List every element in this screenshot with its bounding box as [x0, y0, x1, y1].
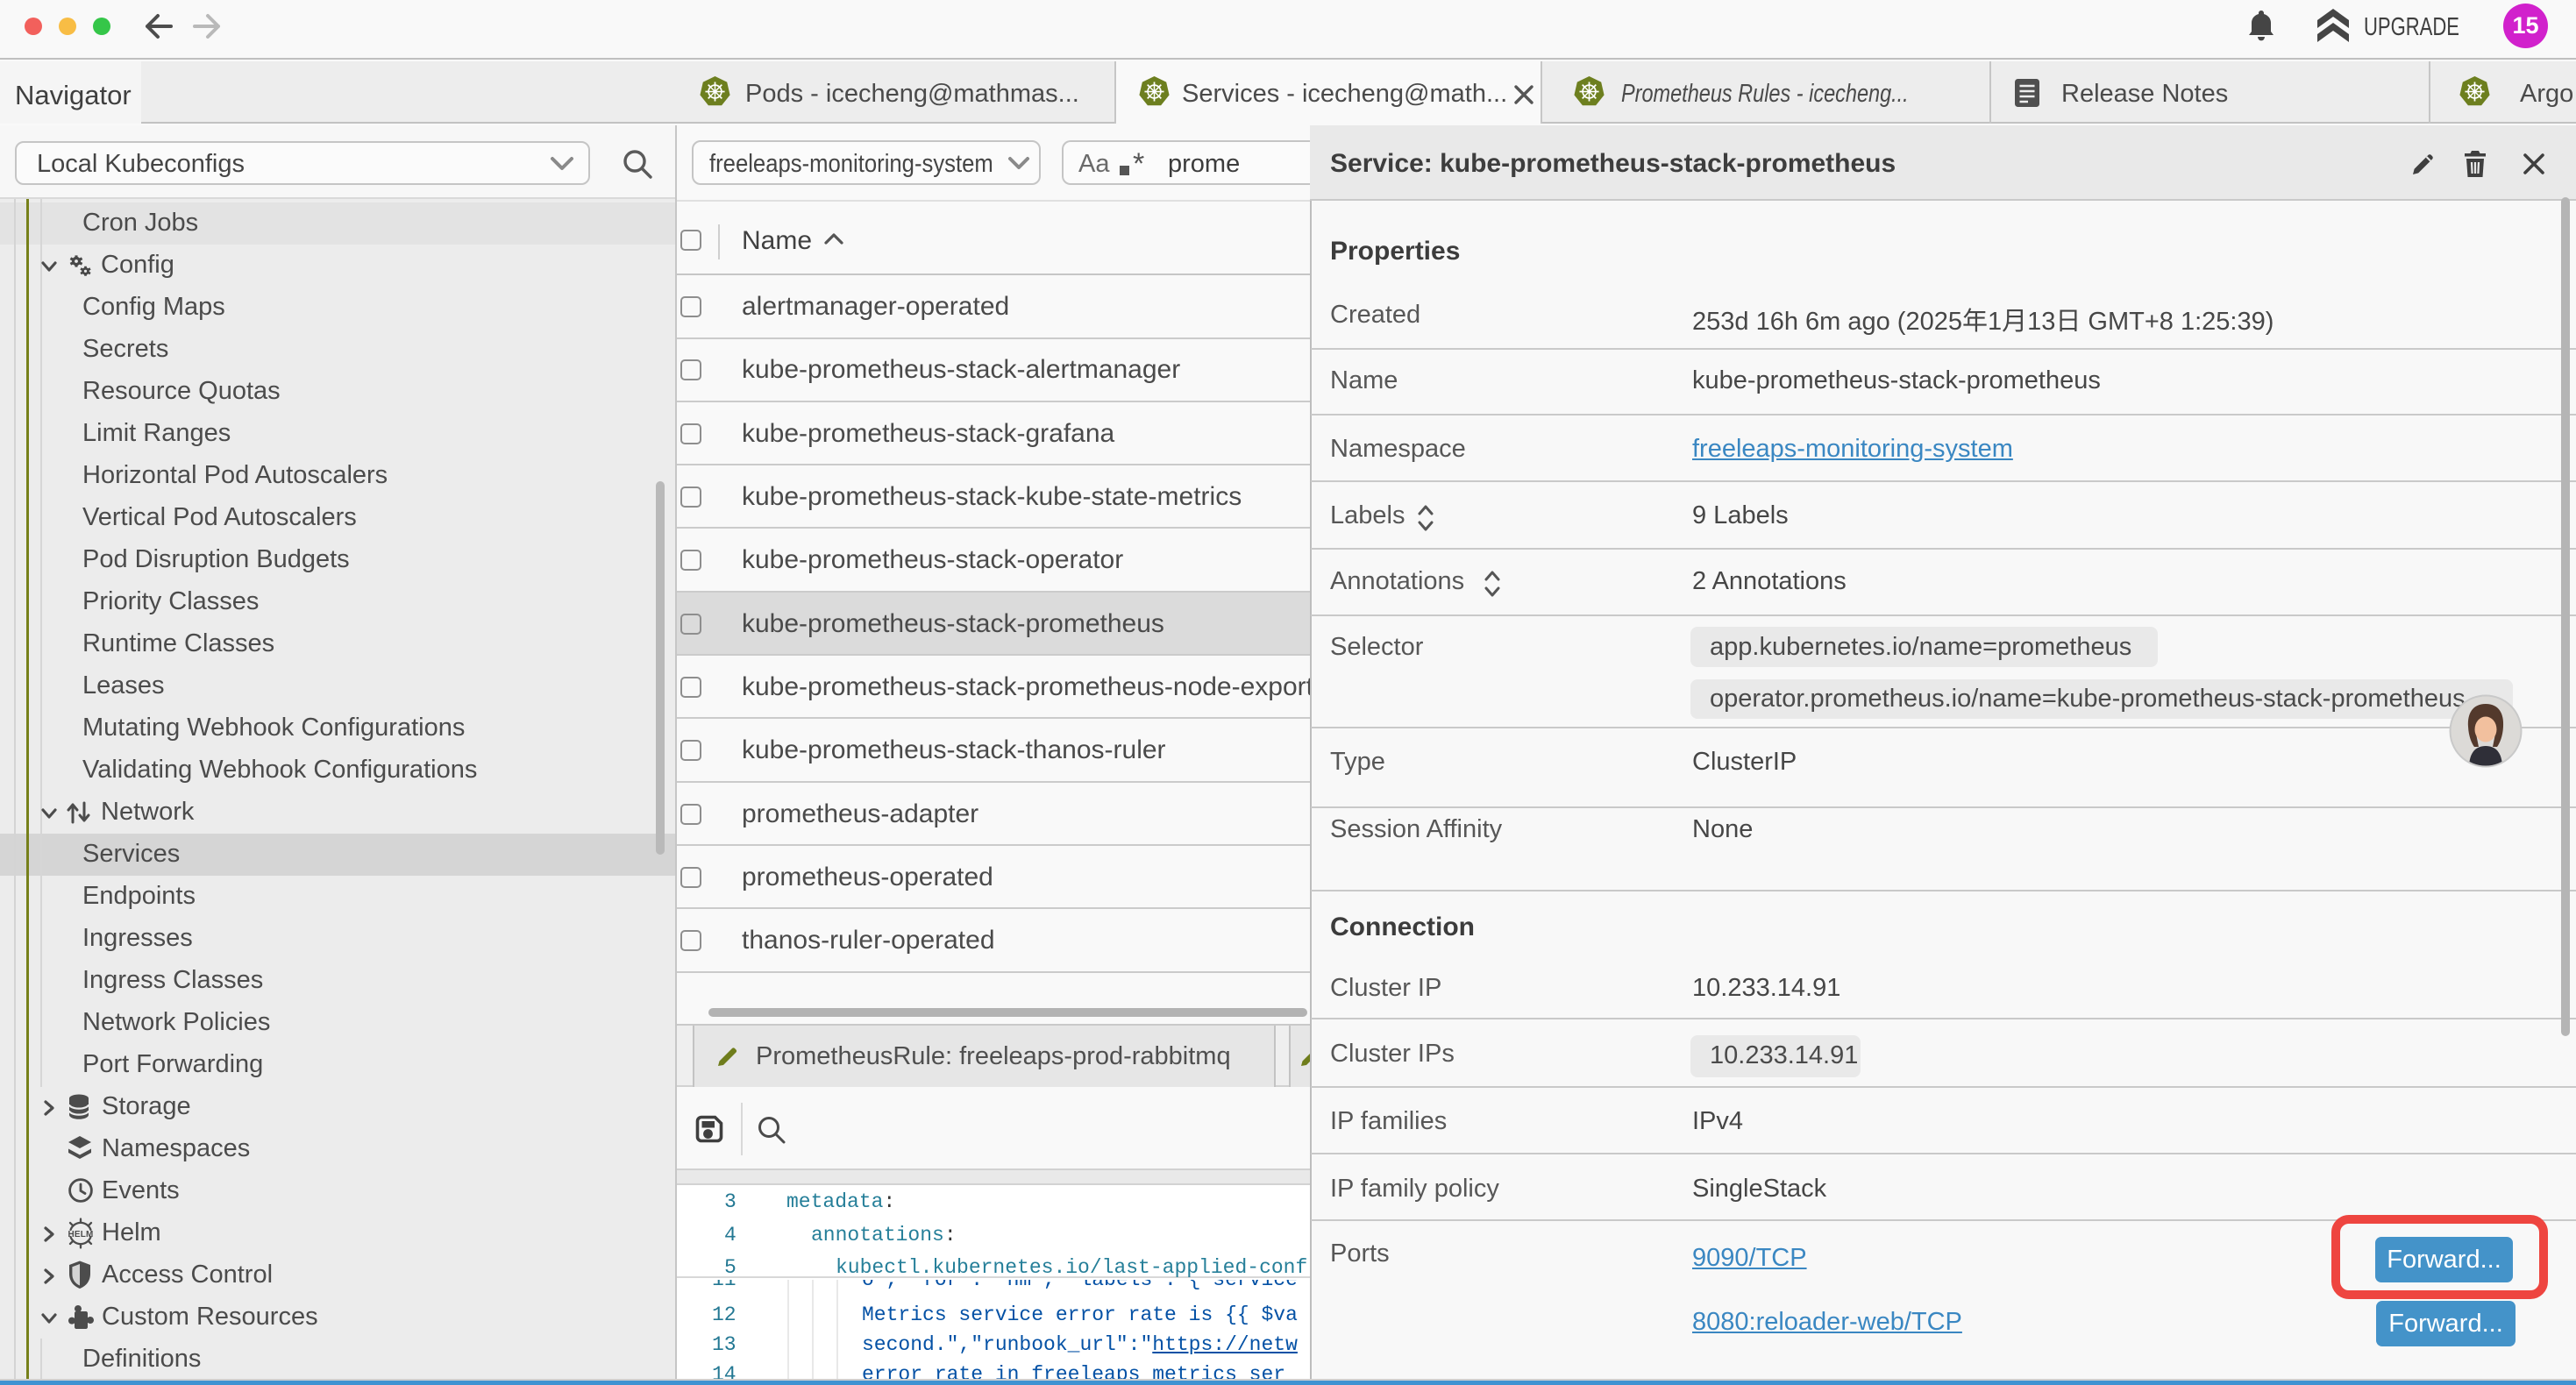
svg-text:HELM: HELM — [68, 1230, 93, 1239]
